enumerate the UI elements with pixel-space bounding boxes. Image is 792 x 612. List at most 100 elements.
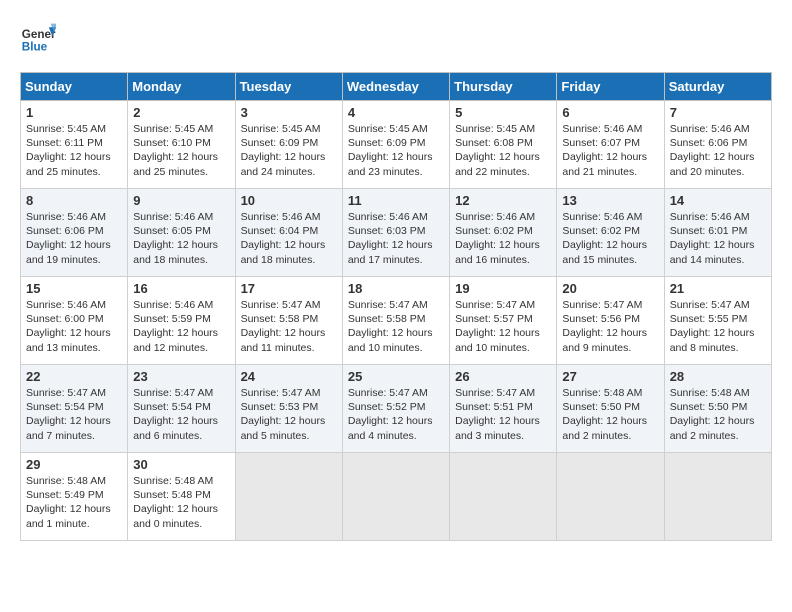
header-wednesday: Wednesday (342, 73, 449, 101)
day-info: Sunrise: 5:47 AM Sunset: 5:52 PM Dayligh… (348, 386, 444, 443)
day-info: Sunrise: 5:46 AM Sunset: 6:04 PM Dayligh… (241, 210, 337, 267)
calendar-cell: 4 Sunrise: 5:45 AM Sunset: 6:09 PM Daylig… (342, 101, 449, 189)
day-number: 6 (562, 105, 658, 120)
header-tuesday: Tuesday (235, 73, 342, 101)
day-number: 7 (670, 105, 766, 120)
calendar-cell: 2 Sunrise: 5:45 AM Sunset: 6:10 PM Daylig… (128, 101, 235, 189)
day-number: 3 (241, 105, 337, 120)
calendar-table: Sunday Monday Tuesday Wednesday Thursday… (20, 72, 772, 541)
day-number: 13 (562, 193, 658, 208)
day-number: 16 (133, 281, 229, 296)
day-number: 9 (133, 193, 229, 208)
calendar-cell: 26 Sunrise: 5:47 AM Sunset: 5:51 PM Dayli… (450, 365, 557, 453)
day-number: 15 (26, 281, 122, 296)
day-number: 4 (348, 105, 444, 120)
day-info: Sunrise: 5:48 AM Sunset: 5:50 PM Dayligh… (670, 386, 766, 443)
header-thursday: Thursday (450, 73, 557, 101)
calendar-week-2: 8 Sunrise: 5:46 AM Sunset: 6:06 PM Daylig… (21, 189, 772, 277)
calendar-cell: 9 Sunrise: 5:46 AM Sunset: 6:05 PM Daylig… (128, 189, 235, 277)
day-number: 2 (133, 105, 229, 120)
calendar-cell: 16 Sunrise: 5:46 AM Sunset: 5:59 PM Dayli… (128, 277, 235, 365)
day-number: 22 (26, 369, 122, 384)
header-friday: Friday (557, 73, 664, 101)
logo-icon: General Blue (20, 20, 56, 56)
day-info: Sunrise: 5:46 AM Sunset: 6:06 PM Dayligh… (26, 210, 122, 267)
day-number: 20 (562, 281, 658, 296)
day-number: 28 (670, 369, 766, 384)
day-number: 1 (26, 105, 122, 120)
calendar-cell: 27 Sunrise: 5:48 AM Sunset: 5:50 PM Dayli… (557, 365, 664, 453)
calendar-cell: 3 Sunrise: 5:45 AM Sunset: 6:09 PM Daylig… (235, 101, 342, 189)
day-info: Sunrise: 5:46 AM Sunset: 6:01 PM Dayligh… (670, 210, 766, 267)
day-number: 11 (348, 193, 444, 208)
calendar-cell (235, 453, 342, 541)
day-number: 21 (670, 281, 766, 296)
calendar-cell: 28 Sunrise: 5:48 AM Sunset: 5:50 PM Dayli… (664, 365, 771, 453)
day-number: 19 (455, 281, 551, 296)
day-info: Sunrise: 5:46 AM Sunset: 5:59 PM Dayligh… (133, 298, 229, 355)
day-info: Sunrise: 5:45 AM Sunset: 6:09 PM Dayligh… (348, 122, 444, 179)
day-info: Sunrise: 5:47 AM Sunset: 5:58 PM Dayligh… (348, 298, 444, 355)
day-number: 5 (455, 105, 551, 120)
calendar-cell: 11Sunrise: 5:46 AM Sunset: 6:03 PM Dayli… (342, 189, 449, 277)
day-info: Sunrise: 5:47 AM Sunset: 5:58 PM Dayligh… (241, 298, 337, 355)
calendar-cell: 5 Sunrise: 5:45 AM Sunset: 6:08 PM Daylig… (450, 101, 557, 189)
day-number: 14 (670, 193, 766, 208)
calendar-week-5: 29 Sunrise: 5:48 AM Sunset: 5:49 PM Dayli… (21, 453, 772, 541)
calendar-cell: 29 Sunrise: 5:48 AM Sunset: 5:49 PM Dayli… (21, 453, 128, 541)
day-number: 24 (241, 369, 337, 384)
calendar-cell: 25 Sunrise: 5:47 AM Sunset: 5:52 PM Dayli… (342, 365, 449, 453)
day-info: Sunrise: 5:47 AM Sunset: 5:56 PM Dayligh… (562, 298, 658, 355)
svg-text:Blue: Blue (22, 41, 48, 54)
days-header-row: Sunday Monday Tuesday Wednesday Thursday… (21, 73, 772, 101)
calendar-cell: 1Sunrise: 5:45 AM Sunset: 6:11 PM Daylig… (21, 101, 128, 189)
calendar-cell (664, 453, 771, 541)
header-monday: Monday (128, 73, 235, 101)
calendar-cell (450, 453, 557, 541)
day-number: 30 (133, 457, 229, 472)
day-number: 8 (26, 193, 122, 208)
day-number: 26 (455, 369, 551, 384)
calendar-cell: 20 Sunrise: 5:47 AM Sunset: 5:56 PM Dayli… (557, 277, 664, 365)
day-number: 18 (348, 281, 444, 296)
day-info: Sunrise: 5:45 AM Sunset: 6:09 PM Dayligh… (241, 122, 337, 179)
page-header: General Blue (20, 20, 772, 56)
calendar-week-3: 15Sunrise: 5:46 AM Sunset: 6:00 PM Dayli… (21, 277, 772, 365)
day-info: Sunrise: 5:48 AM Sunset: 5:50 PM Dayligh… (562, 386, 658, 443)
day-number: 27 (562, 369, 658, 384)
day-info: Sunrise: 5:48 AM Sunset: 5:48 PM Dayligh… (133, 474, 229, 531)
calendar-cell: 14 Sunrise: 5:46 AM Sunset: 6:01 PM Dayli… (664, 189, 771, 277)
day-number: 29 (26, 457, 122, 472)
day-info: Sunrise: 5:47 AM Sunset: 5:51 PM Dayligh… (455, 386, 551, 443)
day-info: Sunrise: 5:46 AM Sunset: 6:07 PM Dayligh… (562, 122, 658, 179)
calendar-cell (342, 453, 449, 541)
day-info: Sunrise: 5:47 AM Sunset: 5:54 PM Dayligh… (133, 386, 229, 443)
calendar-cell: 17Sunrise: 5:47 AM Sunset: 5:58 PM Dayli… (235, 277, 342, 365)
calendar-cell (557, 453, 664, 541)
day-number: 12 (455, 193, 551, 208)
day-info: Sunrise: 5:48 AM Sunset: 5:49 PM Dayligh… (26, 474, 122, 531)
day-number: 10 (241, 193, 337, 208)
day-info: Sunrise: 5:46 AM Sunset: 6:05 PM Dayligh… (133, 210, 229, 267)
calendar-cell: 12 Sunrise: 5:46 AM Sunset: 6:02 PM Dayli… (450, 189, 557, 277)
day-info: Sunrise: 5:46 AM Sunset: 6:02 PM Dayligh… (455, 210, 551, 267)
day-info: Sunrise: 5:47 AM Sunset: 5:54 PM Dayligh… (26, 386, 122, 443)
day-number: 23 (133, 369, 229, 384)
calendar-cell: 13 Sunrise: 5:46 AM Sunset: 6:02 PM Dayli… (557, 189, 664, 277)
calendar-cell: 22 Sunrise: 5:47 AM Sunset: 5:54 PM Dayli… (21, 365, 128, 453)
calendar-cell: 30 Sunrise: 5:48 AM Sunset: 5:48 PM Dayli… (128, 453, 235, 541)
calendar-cell: 19 Sunrise: 5:47 AM Sunset: 5:57 PM Dayli… (450, 277, 557, 365)
day-info: Sunrise: 5:47 AM Sunset: 5:57 PM Dayligh… (455, 298, 551, 355)
day-info: Sunrise: 5:45 AM Sunset: 6:08 PM Dayligh… (455, 122, 551, 179)
calendar-cell: 18 Sunrise: 5:47 AM Sunset: 5:58 PM Dayli… (342, 277, 449, 365)
calendar-cell: 23 Sunrise: 5:47 AM Sunset: 5:54 PM Dayli… (128, 365, 235, 453)
day-number: 25 (348, 369, 444, 384)
calendar-cell: 21 Sunrise: 5:47 AM Sunset: 5:55 PM Dayli… (664, 277, 771, 365)
day-info: Sunrise: 5:45 AM Sunset: 6:10 PM Dayligh… (133, 122, 229, 179)
day-info: Sunrise: 5:47 AM Sunset: 5:53 PM Dayligh… (241, 386, 337, 443)
logo: General Blue (20, 20, 56, 56)
calendar-cell: 15Sunrise: 5:46 AM Sunset: 6:00 PM Dayli… (21, 277, 128, 365)
calendar-cell: 24 Sunrise: 5:47 AM Sunset: 5:53 PM Dayli… (235, 365, 342, 453)
day-info: Sunrise: 5:47 AM Sunset: 5:55 PM Dayligh… (670, 298, 766, 355)
day-info: Sunrise: 5:46 AM Sunset: 6:02 PM Dayligh… (562, 210, 658, 267)
